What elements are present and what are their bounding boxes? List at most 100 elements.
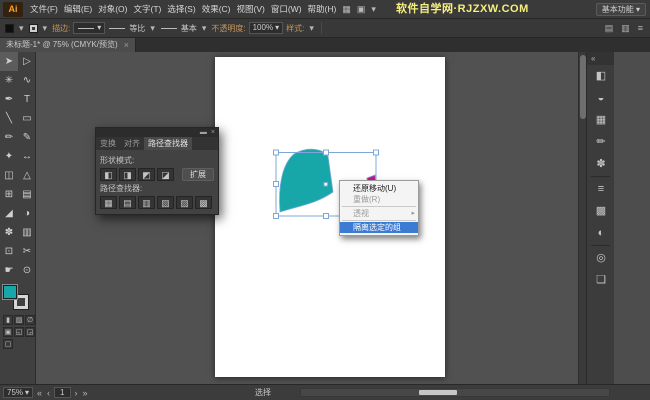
zoom-level-select[interactable]: 75% ▾ bbox=[3, 387, 34, 398]
control-menu-icon[interactable]: ≡ bbox=[636, 23, 645, 33]
expand-panels-icon[interactable]: « bbox=[587, 52, 614, 65]
gradient-mode-icon[interactable]: ▨ bbox=[14, 315, 24, 325]
lasso-tool[interactable]: ∿ bbox=[18, 71, 36, 90]
artboard-tool[interactable]: ⊡ bbox=[0, 242, 18, 261]
last-artboard-icon[interactable]: » bbox=[82, 388, 89, 398]
brushes-panel-icon[interactable]: ✏ bbox=[587, 131, 615, 153]
minus-back-button[interactable]: ▩ bbox=[195, 196, 212, 209]
crop-button[interactable]: ▧ bbox=[157, 196, 174, 209]
stroke-link-label[interactable]: 描边: bbox=[52, 23, 70, 34]
context-item-undo-move[interactable]: 还原移动(U) bbox=[340, 183, 418, 194]
free-transform-tool[interactable]: ↔ bbox=[18, 147, 36, 166]
workspace-switcher[interactable]: 基本功能 ▾ bbox=[595, 3, 646, 16]
width-tool[interactable]: ✦ bbox=[0, 147, 18, 166]
draw-behind-icon[interactable]: ◱ bbox=[14, 327, 24, 337]
next-artboard-icon[interactable]: › bbox=[74, 388, 79, 398]
merge-button[interactable]: ▥ bbox=[138, 196, 155, 209]
style-link-label[interactable]: 样式: bbox=[286, 23, 304, 34]
color-guide-panel-icon[interactable]: ◒ bbox=[587, 87, 615, 109]
document-tab[interactable]: 未标题-1* @ 75% (CMYK/预览) × bbox=[0, 38, 136, 52]
none-mode-icon[interactable]: ∅ bbox=[25, 315, 35, 325]
context-item-isolate-group[interactable]: 隔离选定的组 bbox=[340, 222, 418, 233]
perspective-grid-tool[interactable]: △ bbox=[18, 166, 36, 185]
vertical-scrollbar[interactable] bbox=[578, 52, 586, 384]
draw-inside-icon[interactable]: ◲ bbox=[25, 327, 35, 337]
panel-title-bar[interactable]: ▬ × bbox=[96, 128, 218, 137]
direct-selection-tool[interactable]: ▷ bbox=[18, 52, 36, 71]
swatches-panel-icon[interactable]: ▦ bbox=[587, 109, 615, 131]
rectangle-tool[interactable]: ▭ bbox=[18, 109, 36, 128]
draw-normal-icon[interactable]: ▣ bbox=[3, 327, 13, 337]
stroke-swatch[interactable] bbox=[28, 23, 38, 33]
document-close-icon[interactable]: × bbox=[124, 38, 129, 52]
panel-close-icon[interactable]: × bbox=[211, 128, 215, 137]
stroke-width-select[interactable]: ▾ bbox=[73, 22, 106, 34]
transparency-panel-icon[interactable]: ◐ bbox=[587, 222, 615, 244]
menu-effect[interactable]: 效果(C) bbox=[199, 0, 234, 19]
menu-view[interactable]: 视图(V) bbox=[234, 0, 268, 19]
eyedropper-tool[interactable]: ◢ bbox=[0, 204, 18, 223]
menu-type[interactable]: 文字(T) bbox=[130, 0, 164, 19]
align-panel-icon[interactable]: ▤ bbox=[603, 23, 616, 34]
horizontal-scrollbar[interactable] bbox=[300, 388, 610, 397]
transform-panel-icon[interactable]: ▥ bbox=[619, 23, 632, 34]
hand-tool[interactable]: ☛ bbox=[0, 261, 18, 280]
color-panel-icon[interactable]: ◧ bbox=[587, 65, 615, 87]
first-artboard-icon[interactable]: « bbox=[36, 388, 43, 398]
menu-edit[interactable]: 编辑(E) bbox=[61, 0, 95, 19]
opacity-link-label[interactable]: 不透明度: bbox=[211, 23, 245, 34]
menu-window[interactable]: 窗口(W) bbox=[268, 0, 305, 19]
outline-button[interactable]: ▨ bbox=[176, 196, 193, 209]
brush-definition-label[interactable]: 基本 bbox=[181, 23, 197, 34]
paintbrush-tool[interactable]: ✏ bbox=[0, 128, 18, 147]
color-mode-icon[interactable]: ▮ bbox=[3, 315, 13, 325]
selection-tool[interactable]: ➤ bbox=[0, 52, 18, 71]
arrange-documents-arrow-icon[interactable]: ▾ bbox=[368, 0, 379, 19]
line-segment-tool[interactable]: ╲ bbox=[0, 109, 18, 128]
stroke-dropdown-icon[interactable]: ▾ bbox=[41, 23, 50, 34]
symbols-panel-icon[interactable]: ✽ bbox=[587, 153, 615, 175]
fill-color-indicator[interactable] bbox=[2, 284, 18, 300]
intersect-button[interactable]: ◩ bbox=[138, 168, 155, 181]
arrange-documents-icon[interactable]: ▣ bbox=[354, 0, 369, 19]
pencil-tool[interactable]: ✎ bbox=[18, 128, 36, 147]
uniform-width-arrow-icon[interactable]: ▾ bbox=[148, 23, 157, 34]
magic-wand-tool[interactable]: ✳ bbox=[0, 71, 18, 90]
previous-artboard-icon[interactable]: ‹ bbox=[46, 388, 51, 398]
gradient-tool[interactable]: ▤ bbox=[18, 185, 36, 204]
zoom-tool[interactable]: ⊙ bbox=[18, 261, 36, 280]
opacity-select[interactable]: 100% ▾ bbox=[248, 22, 284, 34]
bridge-icon[interactable]: ▦ bbox=[339, 0, 354, 19]
uniform-width-label[interactable]: 等比 bbox=[129, 23, 145, 34]
trim-button[interactable]: ▤ bbox=[119, 196, 136, 209]
menu-file[interactable]: 文件(F) bbox=[27, 0, 61, 19]
tab-pathfinder[interactable]: 路径查找器 bbox=[144, 137, 192, 150]
brush-arrow-icon[interactable]: ▾ bbox=[200, 23, 209, 34]
expand-button[interactable]: 扩展 bbox=[182, 168, 214, 181]
column-graph-tool[interactable]: ▥ bbox=[18, 223, 36, 242]
tab-align[interactable]: 对齐 bbox=[120, 137, 144, 150]
artboard-number-input[interactable]: 1 bbox=[54, 387, 71, 398]
minus-front-button[interactable]: ◨ bbox=[119, 168, 136, 181]
gradient-panel-icon[interactable]: ▩ bbox=[587, 200, 615, 222]
exclude-button[interactable]: ◪ bbox=[157, 168, 174, 181]
style-arrow-icon[interactable]: ▾ bbox=[307, 23, 316, 34]
menu-object[interactable]: 对象(O) bbox=[95, 0, 130, 19]
screen-mode-icon[interactable]: ▢ bbox=[3, 339, 13, 349]
layers-panel-icon[interactable]: ❏ bbox=[587, 269, 615, 291]
mesh-tool[interactable]: ⊞ bbox=[0, 185, 18, 204]
canvas-area[interactable]: ▬ × 变换 对齐 路径查找器 形状模式: ◧ ◨ ◩ ◪ 扩展 路径查找器: … bbox=[36, 52, 614, 384]
divide-button[interactable]: ▦ bbox=[100, 196, 117, 209]
fill-swatch[interactable] bbox=[5, 23, 14, 33]
blend-tool[interactable]: ◑ bbox=[18, 204, 36, 223]
slice-tool[interactable]: ✂ bbox=[18, 242, 36, 261]
type-tool[interactable]: T bbox=[18, 90, 36, 109]
pen-tool[interactable]: ✒ bbox=[0, 90, 18, 109]
menu-select[interactable]: 选择(S) bbox=[164, 0, 198, 19]
symbol-sprayer-tool[interactable]: ✽ bbox=[0, 223, 18, 242]
stroke-panel-icon[interactable]: ≡ bbox=[587, 178, 615, 200]
horizontal-scrollbar-thumb[interactable] bbox=[419, 390, 457, 395]
menu-help[interactable]: 帮助(H) bbox=[305, 0, 340, 19]
tab-transform[interactable]: 变换 bbox=[96, 137, 120, 150]
shape-builder-tool[interactable]: ◫ bbox=[0, 166, 18, 185]
